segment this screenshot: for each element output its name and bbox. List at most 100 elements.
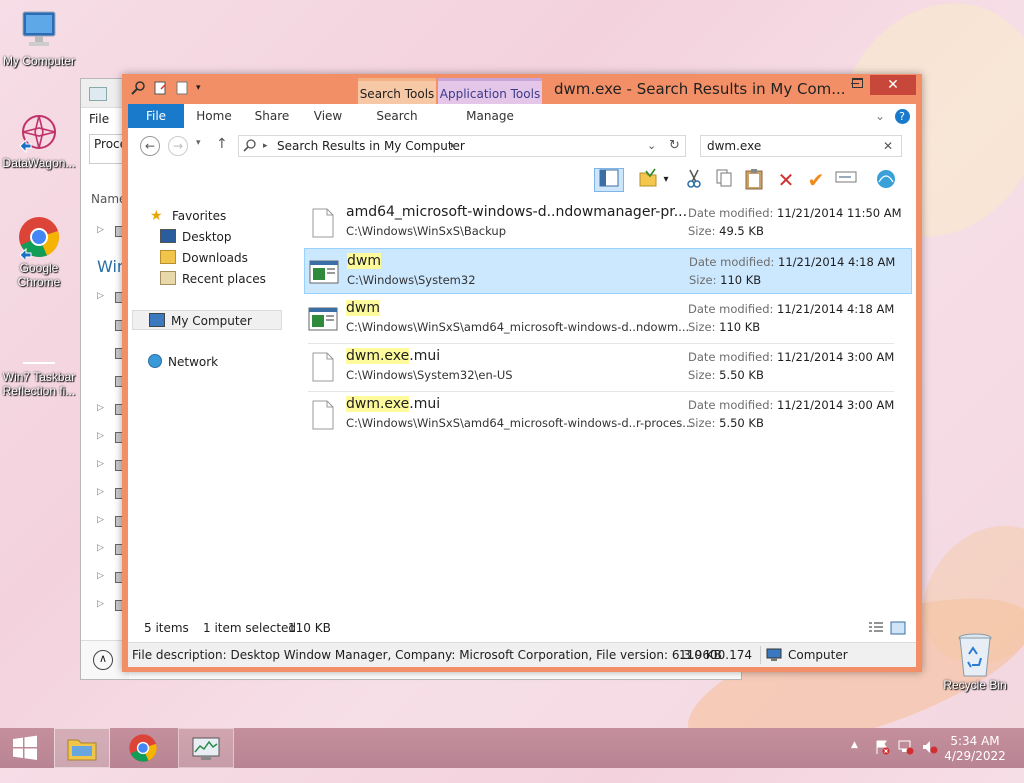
- rename-icon[interactable]: [834, 168, 858, 192]
- desktop-icon-google-chrome[interactable]: Google Chrome: [0, 215, 78, 289]
- breadcrumb-separator-icon[interactable]: ▸: [263, 136, 268, 156]
- expand-icon[interactable]: ▷: [97, 225, 104, 235]
- volume-muted-icon[interactable]: [922, 739, 938, 758]
- shell-icon[interactable]: [874, 168, 898, 192]
- help-icon[interactable]: ?: [894, 104, 910, 128]
- search-icon[interactable]: [130, 80, 146, 96]
- desktop-icon-my-computer[interactable]: My Computer: [0, 8, 78, 68]
- expand-ribbon-icon[interactable]: ⌄: [872, 104, 888, 128]
- address-dropdown-icon[interactable]: ⌄: [647, 136, 656, 156]
- file-name: dwm.exe.mui: [346, 396, 440, 412]
- search-match-highlight: dwm.exe: [346, 396, 410, 412]
- recent-locations-icon[interactable]: ▾: [196, 138, 201, 148]
- desktop-icon-recycle-bin[interactable]: Recycle Bin: [936, 632, 1014, 692]
- downloads-folder-icon: [160, 250, 176, 264]
- nav-recent-places[interactable]: Recent places: [160, 269, 266, 289]
- search-box[interactable]: dwm.exe ✕: [700, 135, 902, 157]
- taskbar-file-explorer[interactable]: [54, 728, 110, 768]
- result-item[interactable]: amd64_microsoft-windows-d..ndowmanager-p…: [304, 200, 912, 246]
- selection-count: 1 item selected: [203, 621, 297, 635]
- result-item[interactable]: dwm C:\Windows\WinSxS\amd64_microsoft-win…: [304, 296, 912, 342]
- expand-icon[interactable]: ▷: [97, 431, 104, 441]
- cut-icon[interactable]: [682, 168, 706, 192]
- result-item[interactable]: dwm C:\Windows\System32 Date modified: 11/…: [304, 248, 912, 294]
- menu-file[interactable]: File: [89, 112, 109, 126]
- app-icon: [89, 87, 107, 101]
- large-icons-view-icon[interactable]: [890, 621, 906, 638]
- network-status-icon[interactable]: [898, 739, 914, 758]
- maximize-button[interactable]: [844, 75, 870, 95]
- expand-icon[interactable]: ▷: [97, 599, 104, 609]
- nav-downloads[interactable]: Downloads: [160, 248, 248, 268]
- date-modified-label: Date modified:: [688, 350, 774, 364]
- expand-icon[interactable]: ▷: [97, 459, 104, 469]
- new-folder-icon[interactable]: [174, 80, 190, 96]
- desktop-icon-win7-taskbar[interactable]: Win7 Taskbar Reflection fi...: [0, 354, 78, 398]
- taskbar-chrome[interactable]: [116, 728, 172, 768]
- refresh-icon[interactable]: ↻: [669, 136, 680, 156]
- desktop-icon-datawagon[interactable]: DataWagon...: [0, 110, 78, 170]
- file-icon: [308, 352, 338, 382]
- expand-icon[interactable]: ▷: [97, 291, 104, 301]
- file-name: dwm.exe.mui: [346, 348, 440, 364]
- customize-qat-icon[interactable]: ▾: [196, 80, 206, 96]
- dropdown-icon[interactable]: ▾: [660, 168, 672, 192]
- search-match-highlight: dwm.exe: [346, 348, 410, 364]
- taskbar-task-manager[interactable]: [178, 728, 234, 768]
- tab-file[interactable]: File: [128, 104, 184, 128]
- expand-icon[interactable]: ▷: [97, 515, 104, 525]
- checkmark-icon[interactable]: ✔: [804, 168, 828, 192]
- close-button[interactable]: ✕: [870, 75, 916, 95]
- tab-search[interactable]: Search: [358, 104, 436, 128]
- details-view-icon[interactable]: [868, 621, 884, 638]
- expand-icon[interactable]: ▷: [97, 543, 104, 553]
- copy-icon[interactable]: [712, 168, 736, 192]
- date-modified-label: Date modified:: [688, 302, 774, 316]
- expand-icon[interactable]: ▷: [97, 487, 104, 497]
- properties-icon[interactable]: [152, 80, 168, 96]
- tab-share[interactable]: Share: [244, 104, 300, 128]
- up-arrow-icon[interactable]: ↑: [216, 136, 228, 152]
- explorer-window[interactable]: ▾ Search Tools Application Tools dwm.exe…: [122, 74, 922, 672]
- result-item[interactable]: dwm.exe.mui C:\Windows\WinSxS\amd64_micro…: [304, 392, 912, 438]
- file-icon: [308, 400, 338, 430]
- start-button[interactable]: [0, 728, 50, 768]
- status-bar: 5 items 1 item selected 110 KB: [128, 616, 916, 642]
- results-pane: amd64_microsoft-windows-d..ndowmanager-p…: [294, 196, 916, 616]
- folder-icon: [67, 739, 97, 761]
- paste-icon[interactable]: [742, 168, 766, 192]
- address-bar[interactable]: ▸ Search Results in My Computer ▸ ⌄ ↻: [238, 135, 686, 157]
- context-tab-search-tools[interactable]: Search Tools: [360, 87, 435, 101]
- nav-desktop[interactable]: Desktop: [160, 227, 232, 247]
- tab-view[interactable]: View: [300, 104, 356, 128]
- title-bar[interactable]: ▾ Search Tools Application Tools dwm.exe…: [122, 74, 922, 107]
- breadcrumb-separator-icon[interactable]: ▸: [451, 136, 456, 156]
- address-path[interactable]: Search Results in My Computer: [277, 136, 465, 156]
- system-clock[interactable]: 5:34 AM 4/29/2022: [940, 734, 1010, 764]
- context-group-application-tools: Application Tools: [438, 78, 542, 107]
- collapse-icon[interactable]: ∧: [93, 650, 113, 670]
- search-input[interactable]: dwm.exe: [707, 136, 761, 156]
- forward-button[interactable]: →: [168, 136, 188, 156]
- tab-manage[interactable]: Manage: [438, 104, 542, 128]
- result-item[interactable]: dwm.exe.mui C:\Windows\System32\en-US Date…: [304, 344, 912, 390]
- tab-home[interactable]: Home: [186, 104, 242, 128]
- taskbar: ▲ 5:34 AM 4/29/2022: [0, 728, 1024, 768]
- clear-search-icon[interactable]: ✕: [883, 136, 893, 156]
- expand-icon[interactable]: ▷: [97, 571, 104, 581]
- desktop-icon-label: Recycle Bin: [943, 678, 1007, 692]
- nav-my-computer[interactable]: My Computer: [132, 310, 282, 330]
- quick-access-toolbar: ▾: [130, 80, 206, 96]
- folder-options-icon[interactable]: [636, 168, 660, 192]
- expand-icon[interactable]: ▷: [97, 403, 104, 413]
- context-tab-application-tools[interactable]: Application Tools: [440, 87, 540, 101]
- show-hidden-icons[interactable]: ▲: [851, 740, 858, 750]
- date-modified-value: 11/21/2014 3:00 AM: [777, 398, 895, 412]
- nav-favorites[interactable]: ★ Favorites: [150, 206, 226, 226]
- date-modified-label: Date modified:: [689, 255, 775, 269]
- nav-network[interactable]: Network: [148, 352, 218, 372]
- back-button[interactable]: ←: [140, 136, 160, 156]
- delete-icon[interactable]: ✕: [774, 168, 798, 192]
- action-center-icon[interactable]: [874, 739, 890, 758]
- preview-pane-icon[interactable]: [594, 168, 624, 192]
